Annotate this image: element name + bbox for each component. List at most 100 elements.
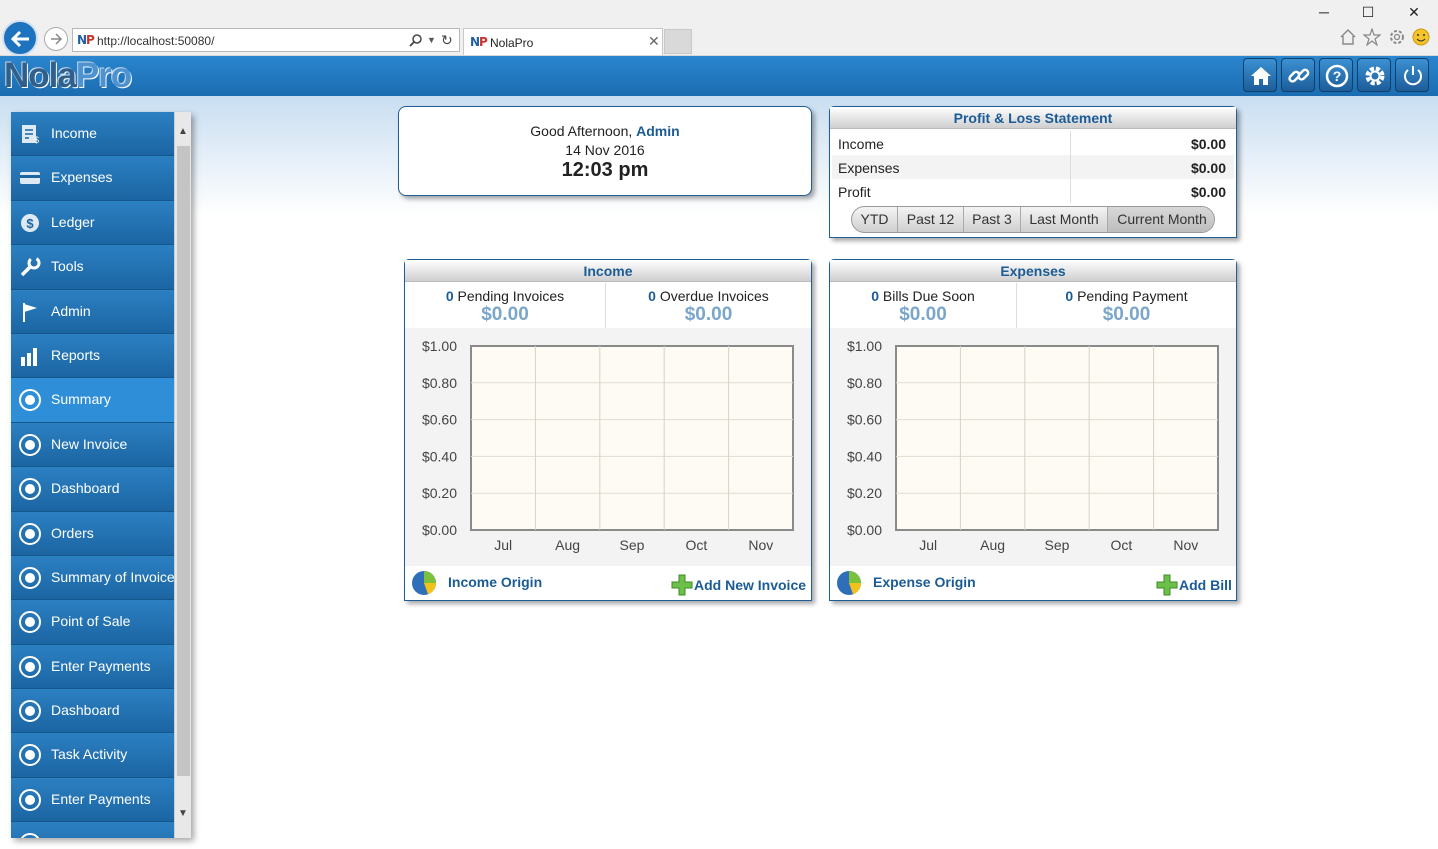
period-current-month-button[interactable]: Current Month xyxy=(1108,207,1214,232)
x-tick-label: Sep xyxy=(1045,537,1070,553)
stat-count: 0 xyxy=(871,288,880,304)
bills-due-soon-stat[interactable]: 0 Bills Due Soon $0.00 xyxy=(830,283,1017,328)
nolapro-logo[interactable]: NolaPro xyxy=(4,56,132,96)
period-ytd-button[interactable]: YTD xyxy=(852,207,898,232)
maximize-button[interactable]: ☐ xyxy=(1353,4,1383,21)
sidebar-item-point-of-sale[interactable]: Point of Sale xyxy=(11,600,174,645)
forward-button[interactable] xyxy=(44,27,68,51)
x-tick-label: Jul xyxy=(494,537,512,553)
home-icon[interactable] xyxy=(1339,28,1357,46)
x-tick-label: Oct xyxy=(686,537,708,553)
sidebar-item-enter-payments-2[interactable]: Enter Payments xyxy=(11,777,174,823)
sidebar-item-reports[interactable]: Reports xyxy=(11,333,174,379)
add-bill-link[interactable]: Add Bill xyxy=(1179,577,1232,593)
radio-icon xyxy=(19,655,41,678)
plus-icon[interactable] xyxy=(1156,574,1178,596)
pie-chart-icon[interactable] xyxy=(411,570,437,596)
panel-title: Income xyxy=(405,260,811,282)
add-new-invoice-link[interactable]: Add New Invoice xyxy=(694,577,806,593)
plus-icon[interactable] xyxy=(671,574,693,596)
link-button[interactable] xyxy=(1281,58,1315,92)
sidebar-item-label: Summary xyxy=(51,391,111,408)
close-tab-icon[interactable]: ✕ xyxy=(648,33,660,50)
search-icon[interactable] xyxy=(409,33,423,47)
scroll-thumb[interactable] xyxy=(177,146,190,776)
back-button[interactable] xyxy=(2,20,38,56)
period-last-month-button[interactable]: Last Month xyxy=(1021,207,1108,232)
sidebar-item-task-activity[interactable]: Task Activity xyxy=(11,733,174,778)
settings-button[interactable] xyxy=(1357,58,1391,92)
sidebar-item-label: Enter Payments xyxy=(51,657,151,674)
sidebar-item-summary[interactable]: Summary xyxy=(11,378,174,423)
income-origin-link[interactable]: Income Origin xyxy=(448,574,542,590)
sidebar-item-label: Reports xyxy=(51,346,101,363)
sidebar: $ Income Expenses $ Ledger Tools Admin R… xyxy=(11,112,191,838)
scroll-down-icon[interactable]: ▼ xyxy=(178,808,188,819)
expense-footer: Expense Origin Add Bill xyxy=(830,566,1236,600)
chevron-down-icon[interactable]: ▼ xyxy=(427,35,436,45)
svg-text:?: ? xyxy=(1333,68,1342,84)
sidebar-item-label: Income xyxy=(51,125,97,141)
radio-icon xyxy=(19,566,41,589)
power-icon xyxy=(1404,66,1422,86)
overdue-invoices-stat[interactable]: 0 Overdue Invoices $0.00 xyxy=(606,283,811,328)
sidebar-item-label: Tools xyxy=(51,258,84,275)
sidebar-item-income[interactable]: $ Income xyxy=(11,112,174,157)
sidebar-item-dashboard-2[interactable]: Dashboard xyxy=(11,689,174,734)
minimize-button[interactable]: ─ xyxy=(1309,4,1339,20)
stat-count: 0 xyxy=(445,288,454,304)
sidebar-item-new-invoice[interactable]: New Invoice xyxy=(11,422,174,468)
stat-label: Bills Due Soon xyxy=(882,288,975,304)
y-tick-label: $0.60 xyxy=(422,412,457,428)
new-tab-button[interactable] xyxy=(664,29,692,54)
sidebar-item-ledger[interactable]: $ Ledger xyxy=(11,200,174,246)
pl-label: Profit xyxy=(838,184,871,200)
sidebar-menu: $ Income Expenses $ Ledger Tools Admin R… xyxy=(11,112,175,838)
y-tick-label: $0.00 xyxy=(422,522,457,538)
link-icon xyxy=(1288,68,1310,83)
expense-origin-link[interactable]: Expense Origin xyxy=(873,574,976,590)
income-panel: Income 0 Pending Invoices $0.00 0 Overdu… xyxy=(404,259,812,601)
profit-loss-panel: Profit & Loss Statement Income $0.00 Exp… xyxy=(829,106,1237,238)
svg-text:$: $ xyxy=(34,135,39,145)
y-tick-label: $0.20 xyxy=(422,485,457,501)
home-button[interactable] xyxy=(1243,58,1277,92)
period-past-3-button[interactable]: Past 3 xyxy=(964,207,1021,232)
logout-button[interactable] xyxy=(1395,58,1429,92)
period-selector: YTD Past 12 Past 3 Last Month Current Mo… xyxy=(851,206,1215,233)
sidebar-item-expenses[interactable]: Expenses xyxy=(11,156,174,201)
x-tick-label: Nov xyxy=(748,537,773,553)
scroll-up-icon[interactable]: ▲ xyxy=(178,126,188,137)
pl-label: Income xyxy=(838,136,884,152)
income-footer: Income Origin Add New Invoice xyxy=(405,566,811,600)
stat-amount: $0.00 xyxy=(684,304,733,325)
sidebar-item-label: New Invoice xyxy=(51,435,128,452)
site-favicon: NP xyxy=(77,33,95,47)
refresh-icon[interactable]: ↻ xyxy=(441,32,453,49)
sidebar-item-enter-payments[interactable]: Enter Payments xyxy=(11,644,174,690)
pending-payment-stat[interactable]: 0 Pending Payment $0.00 xyxy=(1017,283,1236,328)
help-button[interactable]: ? xyxy=(1319,58,1353,92)
sidebar-scrollbar[interactable]: ▲ ▼ xyxy=(174,112,191,838)
period-past-12-button[interactable]: Past 12 xyxy=(898,207,964,232)
pl-value: $0.00 xyxy=(1190,160,1226,176)
sidebar-item-label: Ledger xyxy=(51,213,95,230)
stat-count: 0 xyxy=(1065,288,1074,304)
browser-tab[interactable]: NP NolaPro ✕ xyxy=(463,28,663,55)
sidebar-item-orders[interactable]: Orders xyxy=(11,511,174,556)
pl-row-income: Income $0.00 xyxy=(832,131,1234,155)
favorites-star-icon[interactable] xyxy=(1363,28,1381,46)
sidebar-item-summary-of-invoice[interactable]: Summary of Invoice xyxy=(11,555,175,601)
sidebar-item-partial[interactable] xyxy=(11,822,174,838)
radio-icon xyxy=(19,611,41,634)
sidebar-item-dashboard[interactable]: Dashboard xyxy=(11,467,174,512)
pie-chart-icon[interactable] xyxy=(836,570,862,596)
gear-icon[interactable] xyxy=(1388,28,1406,46)
smiley-feedback-icon[interactable] xyxy=(1412,28,1430,46)
svg-text:$: $ xyxy=(26,216,34,231)
pending-invoices-stat[interactable]: 0 Pending Invoices $0.00 xyxy=(405,283,606,328)
sidebar-item-tools[interactable]: Tools xyxy=(11,245,174,290)
close-window-button[interactable]: ✕ xyxy=(1399,4,1429,21)
address-bar[interactable]: NP http://localhost:50080/ ▼ ↻ xyxy=(72,28,460,52)
sidebar-item-admin[interactable]: Admin xyxy=(11,289,174,334)
